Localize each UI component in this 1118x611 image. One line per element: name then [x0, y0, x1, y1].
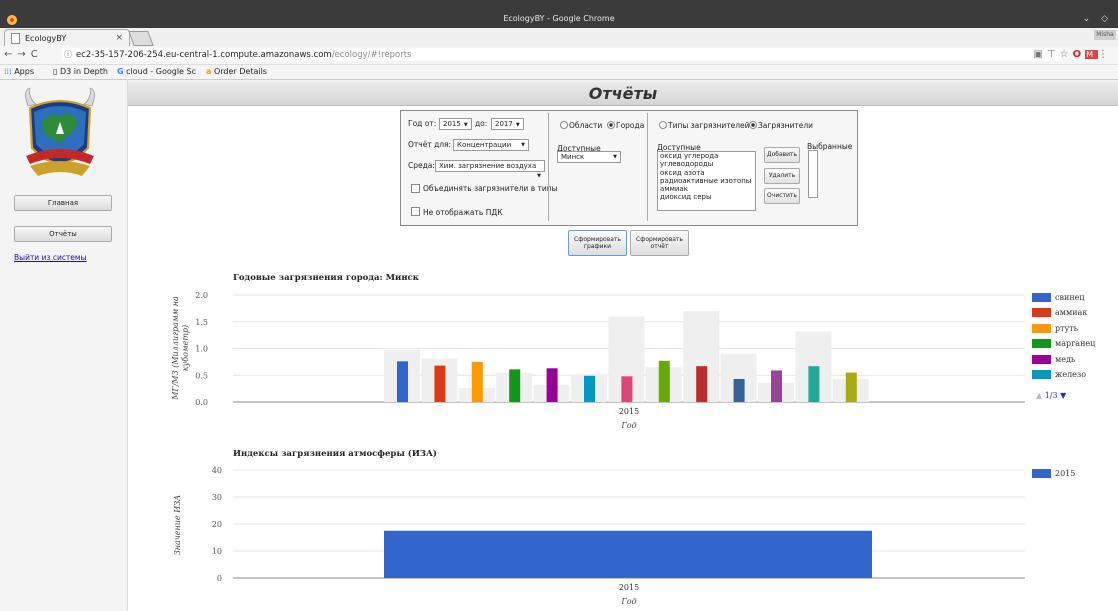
x-axis-label: Год — [620, 597, 636, 606]
data-bar — [621, 376, 633, 402]
chart2-title: Индексы загрязнения атмосферы (ИЗА) — [233, 449, 437, 459]
legend-label: марганец — [1055, 339, 1096, 349]
legend-swatch — [1032, 293, 1051, 302]
y-axis-label-line1: МГ/М3 (Миллиграмм на — [171, 296, 180, 401]
y-tick-label: 20 — [212, 520, 222, 529]
data-bar — [808, 366, 820, 402]
y-tick-label: 0.5 — [195, 371, 208, 380]
data-bar — [584, 375, 595, 402]
y-axis-label: Значение ИЗА — [173, 495, 182, 555]
y-tick-label: 0 — [217, 574, 222, 583]
legend-label: ртуть — [1055, 323, 1079, 333]
legend-swatch — [1032, 354, 1051, 364]
data-bar — [658, 360, 670, 402]
y-tick-label: 2.0 — [195, 291, 208, 300]
legend-swatch — [1032, 370, 1051, 379]
y-tick-label: 40 — [212, 466, 222, 475]
y-tick-label: 0.0 — [195, 398, 208, 407]
data-bar — [546, 368, 558, 402]
data-bar — [434, 365, 446, 402]
y-tick-label: 30 — [212, 493, 222, 502]
legend-item[interactable]: железо — [1032, 370, 1086, 379]
legend-item[interactable]: 2015 — [1032, 469, 1075, 478]
legend-pager[interactable]: ▲ 1/3 ▼ — [1036, 391, 1066, 400]
x-tick-label: 2015 — [619, 407, 639, 416]
data-bar — [696, 366, 708, 402]
legend-item[interactable]: свинец — [1032, 293, 1085, 302]
pager-down-icon[interactable]: ▼ — [1060, 391, 1066, 400]
data-bar — [471, 361, 483, 402]
legend-label: медь — [1055, 354, 1076, 364]
data-bar — [845, 372, 857, 402]
y-tick-label: 1.5 — [195, 318, 208, 327]
x-tick-label: 2015 — [619, 583, 639, 592]
legend-swatch — [1032, 469, 1051, 478]
legend-label: аммиак — [1055, 308, 1088, 318]
data-bar — [397, 361, 408, 402]
legend-swatch — [1032, 308, 1051, 318]
y-tick-label: 10 — [212, 547, 222, 556]
pager-text: 1/3 — [1044, 391, 1058, 400]
pager-up-icon[interactable]: ▲ — [1036, 391, 1042, 400]
legend-swatch — [1032, 339, 1051, 349]
data-bar — [733, 378, 745, 402]
y-tick-label: 1.0 — [195, 345, 208, 354]
legend-item[interactable]: медь — [1032, 354, 1076, 364]
legend-label: 2015 — [1055, 469, 1076, 478]
chart1-canvas: 0.0 0.5 1.0 1.5 2.0 2015 Год МГ/М3 (Миллиграмм … — [171, 291, 1025, 606]
legend-label: свинец — [1055, 293, 1085, 302]
data-bar — [771, 370, 782, 402]
legend-item[interactable]: марганец — [1032, 339, 1096, 349]
x-axis-label: Год — [620, 421, 636, 430]
data-bar — [384, 530, 872, 578]
y-axis-label: МГ/М3 (Миллиграмм накубометр) — [171, 296, 190, 401]
legend-swatch — [1032, 323, 1051, 333]
legend-item[interactable]: аммиак — [1032, 308, 1088, 318]
data-bar — [509, 369, 521, 402]
legend-label: железо — [1055, 370, 1087, 379]
y-axis-label-line2: кубометр) — [181, 325, 190, 371]
legend-item[interactable]: ртуть — [1032, 323, 1079, 333]
